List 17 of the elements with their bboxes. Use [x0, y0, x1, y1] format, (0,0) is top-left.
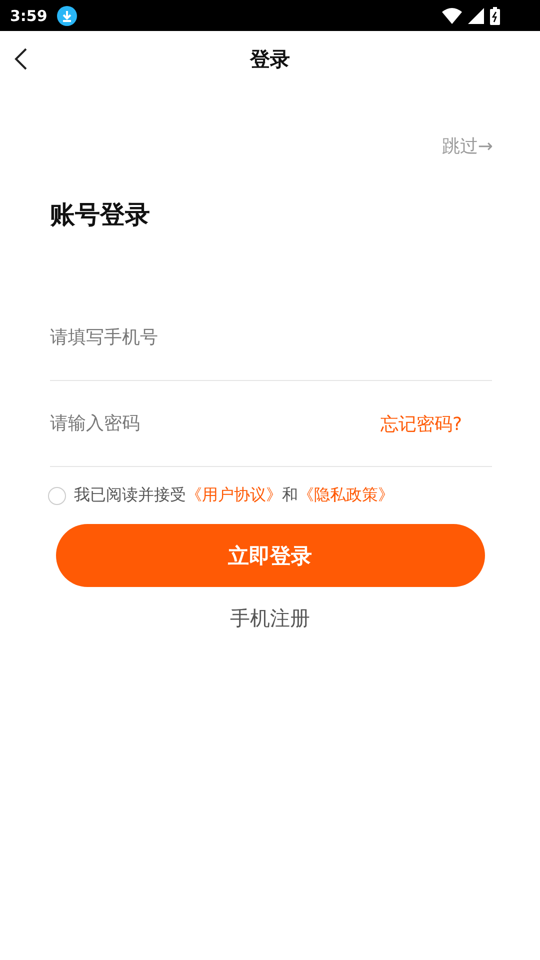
form-heading: 账号登录: [49, 199, 151, 231]
status-time: 3:59: [10, 6, 48, 24]
signal-icon: [468, 8, 484, 24]
input-field[interactable]: 请填写手机号: [50, 327, 492, 348]
page-title: 登录: [250, 46, 290, 73]
wifi-icon: [442, 8, 462, 24]
login-button[interactable]: 立即登录: [56, 524, 484, 587]
download-icon: [57, 6, 78, 26]
input-field[interactable]: 请输入密码: [50, 413, 380, 434]
agreement-checkbox[interactable]: [48, 486, 66, 504]
agreement-text: 我已阅读并接受《用户协议》和《隐私政策》: [74, 485, 394, 506]
forgot-password-link[interactable]: 忘记密码?: [380, 412, 462, 436]
policy-link[interactable]: 《用户协议》: [186, 485, 282, 504]
battery-icon: [490, 6, 500, 24]
policy-link[interactable]: 《隐私政策》: [298, 485, 394, 504]
register-link[interactable]: 手机注册: [230, 605, 310, 632]
skip-link[interactable]: 跳过→: [442, 134, 493, 158]
